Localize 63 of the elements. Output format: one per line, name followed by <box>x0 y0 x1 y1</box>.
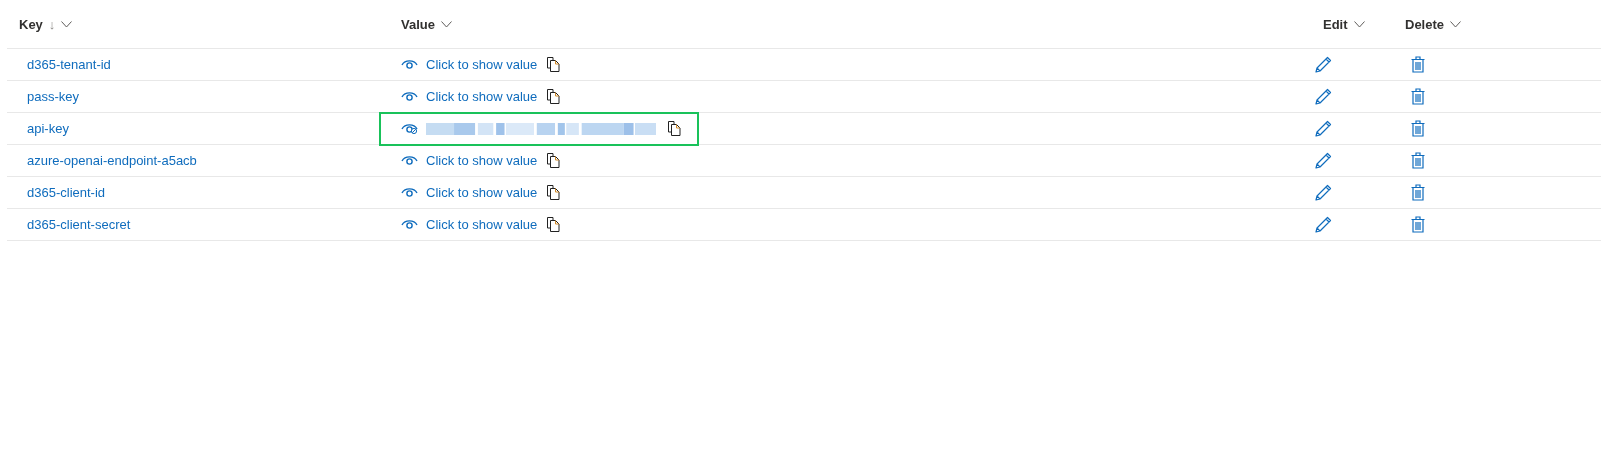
edit-button[interactable] <box>1315 56 1332 73</box>
chevron-down-icon <box>1450 20 1462 28</box>
pencil-icon <box>1315 152 1332 169</box>
pencil-icon <box>1315 184 1332 201</box>
delete-button[interactable] <box>1411 216 1425 233</box>
copy-button[interactable] <box>547 185 561 200</box>
delete-button[interactable] <box>1411 88 1425 105</box>
key-link[interactable]: azure-openai-endpoint-a5acb <box>7 153 389 168</box>
pencil-icon <box>1315 120 1332 137</box>
copy-icon <box>547 153 561 168</box>
edit-button[interactable] <box>1315 88 1332 105</box>
show-value-button[interactable]: Click to show value <box>401 153 538 168</box>
copy-button[interactable] <box>547 57 561 72</box>
delete-button[interactable] <box>1411 120 1425 137</box>
chevron-down-icon <box>440 20 452 28</box>
delete-button[interactable] <box>1411 184 1425 201</box>
eye-icon <box>401 59 418 70</box>
chevron-down-icon <box>1353 20 1365 28</box>
copy-icon <box>668 121 681 136</box>
eye-icon <box>401 187 418 198</box>
show-value-button[interactable]: Click to show value <box>401 217 538 232</box>
copy-button[interactable] <box>547 217 561 232</box>
show-value-button[interactable]: Click to show value <box>401 89 538 104</box>
column-header[interactable]: Value <box>401 16 435 32</box>
show-value-button[interactable]: Click to show value <box>401 185 538 200</box>
sort-indicator: ↓ <box>48 16 56 32</box>
copy-button[interactable] <box>547 153 561 168</box>
copy-button[interactable] <box>668 121 681 136</box>
copy-icon <box>547 217 561 232</box>
copy-icon <box>547 185 561 200</box>
trash-icon <box>1411 56 1425 73</box>
pencil-icon <box>1315 56 1332 73</box>
trash-icon <box>1411 88 1425 105</box>
key-link[interactable]: d365-client-secret <box>7 217 389 232</box>
copy-icon <box>547 89 561 104</box>
pencil-icon <box>1315 88 1332 105</box>
key-link[interactable]: d365-tenant-id <box>7 57 389 72</box>
chevron-down-icon <box>61 20 73 28</box>
trash-icon <box>1411 184 1425 201</box>
eye-slash-icon <box>401 123 418 134</box>
trash-icon <box>1411 120 1425 137</box>
eye-icon <box>401 91 418 102</box>
key-link[interactable]: d365-client-id <box>7 185 389 200</box>
eye-icon <box>401 155 418 166</box>
copy-icon <box>547 57 561 72</box>
edit-button[interactable] <box>1315 152 1332 169</box>
delete-button[interactable] <box>1411 152 1425 169</box>
edit-button[interactable] <box>1315 184 1332 201</box>
key-link[interactable]: api-key <box>7 121 389 136</box>
show-value-button[interactable]: Click to show value <box>401 57 538 72</box>
edit-button[interactable] <box>1315 120 1332 137</box>
eye-icon <box>401 219 418 230</box>
pencil-icon <box>1315 216 1332 233</box>
edit-button[interactable] <box>1315 216 1332 233</box>
trash-icon <box>1411 216 1425 233</box>
hide-value-button[interactable] <box>401 123 418 134</box>
delete-button[interactable] <box>1411 56 1425 73</box>
column-header[interactable]: Edit <box>1323 16 1348 32</box>
trash-icon <box>1411 152 1425 169</box>
column-header[interactable]: Delete <box>1405 16 1445 32</box>
column-header[interactable]: Key <box>19 16 43 32</box>
key-link[interactable]: pass-key <box>7 89 389 104</box>
copy-button[interactable] <box>547 89 561 104</box>
